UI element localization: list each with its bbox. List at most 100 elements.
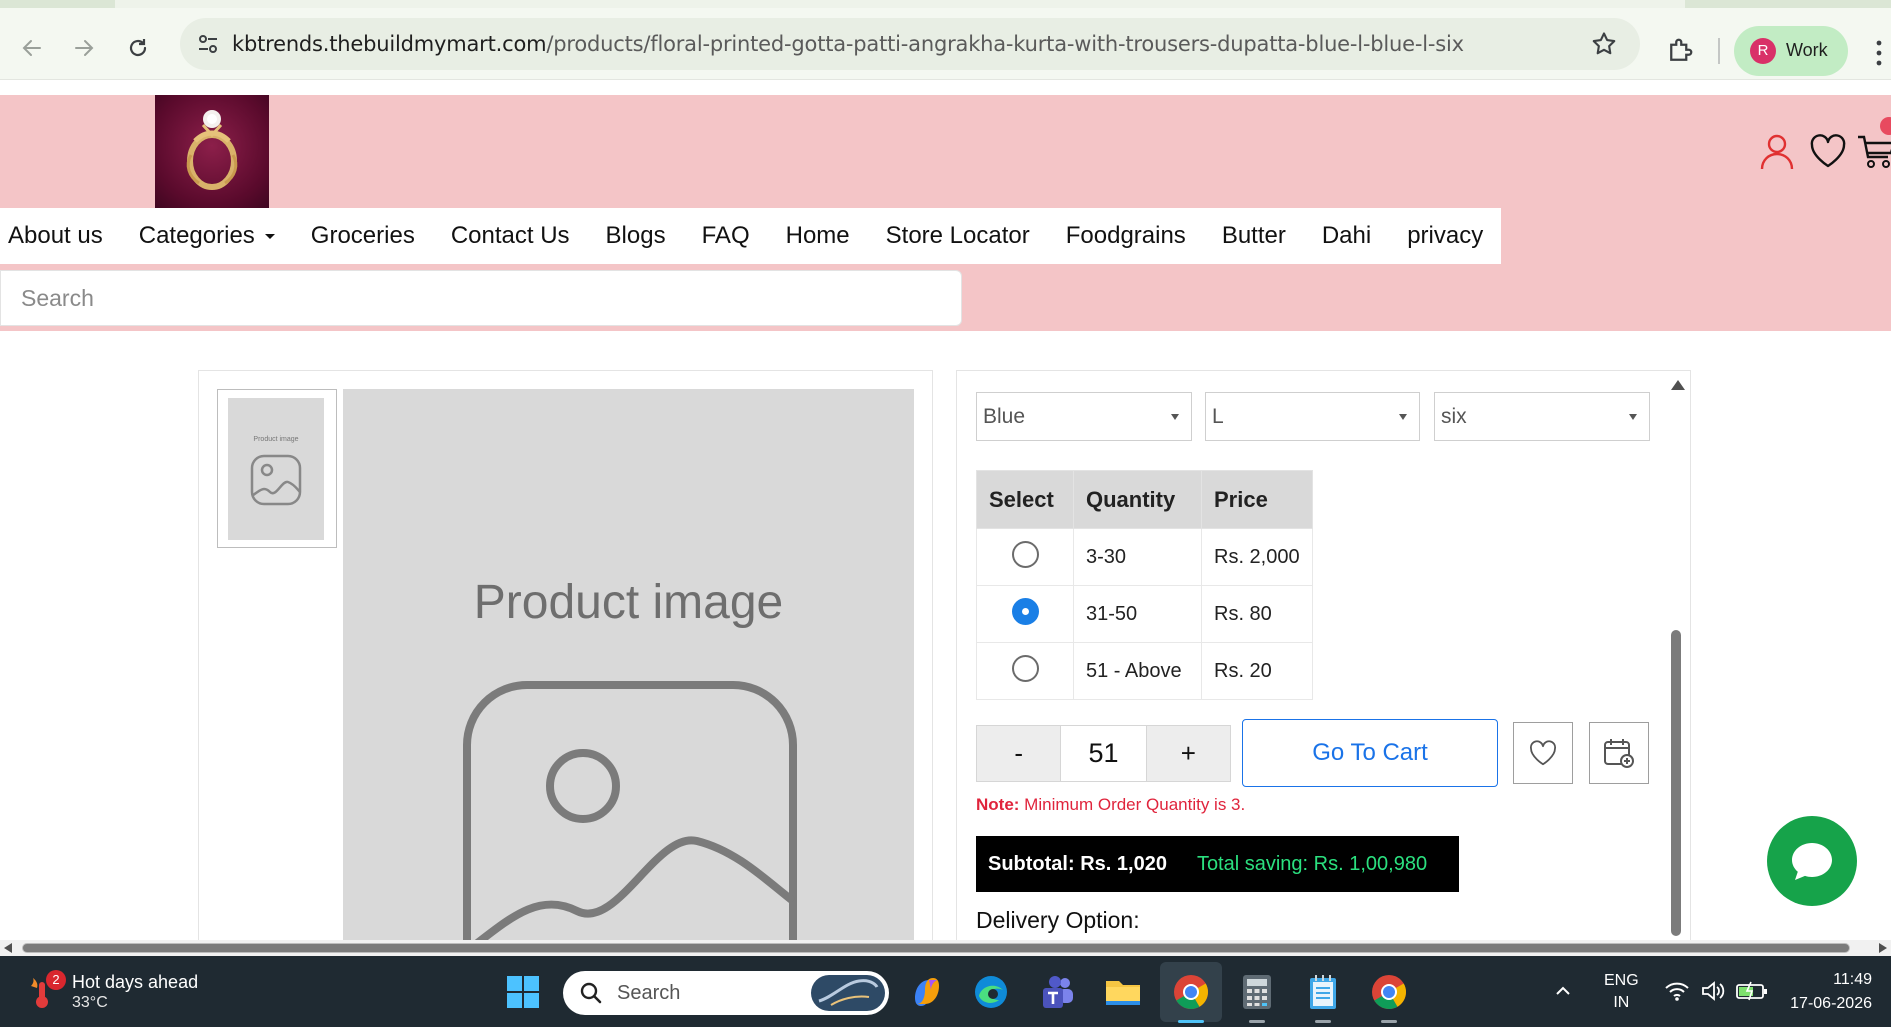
nav-categories[interactable]: Categories — [121, 222, 293, 250]
add-to-calendar-button[interactable] — [1589, 722, 1649, 784]
nav-store-locator[interactable]: Store Locator — [868, 222, 1048, 250]
store-logo[interactable] — [155, 95, 269, 208]
go-to-cart-button[interactable]: Go To Cart — [1242, 719, 1498, 787]
url-host: kbtrends.thebuildmymart.com — [232, 32, 547, 56]
profile-button[interactable]: R Work — [1734, 26, 1848, 76]
kebab-menu-icon[interactable] — [1874, 38, 1884, 68]
tier-radio-selected[interactable] — [1011, 597, 1039, 625]
variant-select[interactable]: six — [1434, 392, 1650, 441]
wifi-icon[interactable] — [1664, 980, 1690, 1002]
lang-region: IN — [1613, 994, 1630, 1011]
size-select-value: L — [1212, 405, 1224, 428]
delivery-option-label: Delivery Option: — [976, 907, 1140, 933]
search-input[interactable] — [1, 271, 961, 325]
thumbnail-label: Product image — [253, 436, 299, 443]
nav-foodgrains[interactable]: Foodgrains — [1048, 222, 1204, 250]
input-language[interactable]: ENG IN — [1604, 970, 1639, 1014]
battery-charging-icon[interactable] — [1736, 981, 1768, 1001]
cart-count-badge — [1880, 117, 1891, 135]
chrome-app-active[interactable] — [1168, 969, 1214, 1015]
calculator-app[interactable] — [1234, 969, 1280, 1015]
col-quantity: Quantity — [1073, 470, 1202, 529]
edge-app[interactable] — [968, 969, 1014, 1015]
page-horizontal-scrollbar[interactable] — [0, 940, 1891, 956]
nav-contact-us[interactable]: Contact Us — [433, 222, 588, 250]
user-account-icon[interactable] — [1757, 131, 1797, 171]
search-highlight-image — [811, 975, 885, 1011]
dropdown-arrow-icon — [1629, 414, 1637, 420]
nav-about-us[interactable]: About us — [0, 222, 121, 250]
caret-down-icon — [264, 233, 275, 239]
windows-taskbar: 2 Hot days ahead 33°C Search ENG IN 11:4… — [0, 956, 1891, 1027]
table-row[interactable]: 3-30 Rs. 2,000 — [976, 528, 1313, 586]
ring-logo-image — [186, 110, 238, 190]
chat-widget-button[interactable] — [1767, 816, 1857, 906]
tab-strip — [0, 0, 1891, 8]
tier-radio[interactable] — [1011, 654, 1039, 682]
weather-widget[interactable]: 2 Hot days ahead 33°C — [22, 968, 262, 1016]
table-row[interactable]: 31-50 Rs. 80 — [976, 585, 1313, 643]
bookmark-star-icon[interactable] — [1590, 30, 1618, 58]
notepad-app[interactable] — [1300, 969, 1346, 1015]
running-app-indicator — [1381, 1020, 1397, 1023]
active-tab[interactable] — [115, 0, 1685, 8]
main-product-image[interactable]: Product image — [343, 389, 914, 941]
size-select[interactable]: L — [1205, 392, 1420, 441]
product-gallery: Product image Product image — [198, 370, 933, 941]
panel-scrollbar-thumb[interactable] — [1671, 630, 1681, 936]
extensions-puzzle-icon[interactable] — [1665, 36, 1695, 66]
browser-toolbar: kbtrends.thebuildmymart.com/products/flo… — [0, 8, 1891, 80]
color-select[interactable]: Blue — [976, 392, 1192, 441]
file-explorer-app[interactable] — [1100, 969, 1146, 1015]
decrement-button[interactable]: - — [977, 726, 1061, 781]
nav-dahi[interactable]: Dahi — [1304, 222, 1389, 250]
clock-time: 11:49 — [1833, 971, 1872, 988]
url-path: /products/floral-printed-gotta-patti-ang… — [546, 32, 1464, 56]
variant-select-value: six — [1441, 405, 1467, 428]
taskbar-clock[interactable]: 11:49 17-06-2026 — [1788, 968, 1872, 1016]
teams-app[interactable] — [1034, 969, 1080, 1015]
url-text[interactable]: kbtrends.thebuildmymart.com/products/flo… — [232, 32, 1464, 56]
chrome-app[interactable] — [1366, 969, 1412, 1015]
dropdown-arrow-icon — [1171, 414, 1179, 420]
back-button[interactable] — [12, 28, 52, 68]
clock-date: 17-06-2026 — [1790, 995, 1872, 1012]
taskbar-search[interactable]: Search — [563, 971, 889, 1015]
chevron-up-icon[interactable] — [1554, 982, 1572, 1000]
nav-categories-label: Categories — [138, 222, 255, 249]
scroll-up-arrow-icon[interactable] — [1671, 380, 1685, 390]
increment-button[interactable]: + — [1146, 726, 1231, 781]
site-settings-icon[interactable] — [196, 32, 220, 56]
nav-home[interactable]: Home — [768, 222, 868, 250]
nav-faq[interactable]: FAQ — [684, 222, 768, 250]
shopping-cart-icon[interactable] — [1856, 131, 1891, 171]
copilot-app[interactable] — [904, 969, 950, 1015]
running-app-indicator — [1249, 1020, 1265, 1023]
tier-price: Rs. 80 — [1201, 585, 1313, 643]
scroll-left-arrow-icon[interactable] — [4, 943, 12, 953]
min-order-note: Note: Minimum Order Quantity is 3. — [976, 795, 1245, 815]
reload-button[interactable] — [118, 28, 158, 68]
quantity-value[interactable]: 51 — [1060, 726, 1147, 781]
nav-butter[interactable]: Butter — [1204, 222, 1304, 250]
speaker-icon[interactable] — [1700, 980, 1726, 1002]
product-thumbnail[interactable]: Product image — [217, 389, 337, 548]
horizontal-scrollbar-thumb[interactable] — [22, 943, 1850, 953]
site-header: About us Categories Groceries Contact Us… — [0, 95, 1891, 331]
add-to-wishlist-button[interactable] — [1513, 722, 1573, 784]
image-placeholder-icon — [250, 454, 302, 506]
main-image-label: Product image — [473, 576, 784, 629]
scroll-right-arrow-icon[interactable] — [1879, 943, 1887, 953]
tier-radio[interactable] — [1011, 540, 1039, 568]
wishlist-heart-icon[interactable] — [1808, 131, 1848, 171]
nav-blogs[interactable]: Blogs — [588, 222, 684, 250]
start-button[interactable] — [500, 969, 546, 1015]
col-select: Select — [976, 470, 1074, 529]
nav-privacy[interactable]: privacy — [1389, 222, 1501, 250]
nav-groceries[interactable]: Groceries — [293, 222, 433, 250]
thumbnail-placeholder: Product image — [228, 398, 324, 540]
product-options-panel: Blue L six Select Quantity Price 3-30 Rs… — [956, 370, 1691, 940]
address-bar[interactable]: kbtrends.thebuildmymart.com/products/flo… — [180, 18, 1640, 70]
table-row[interactable]: 51 - Above Rs. 20 — [976, 642, 1313, 700]
forward-button[interactable] — [64, 28, 104, 68]
